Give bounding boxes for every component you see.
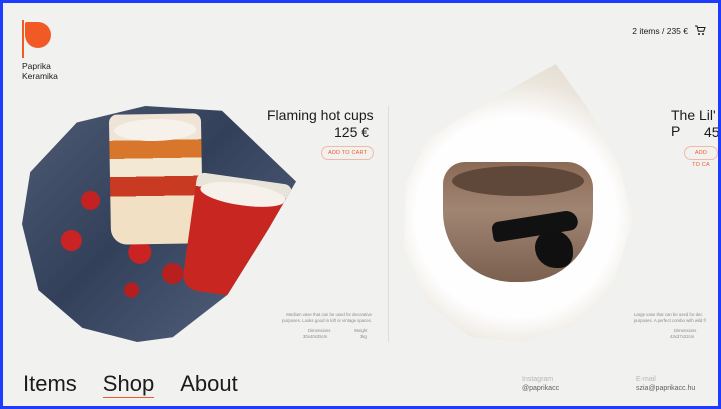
brand-name: Paprika Keramika xyxy=(22,61,58,81)
dimensions-value: 43x37x22cm xyxy=(670,334,695,339)
main-navigation: Items Shop About xyxy=(23,371,238,398)
product-description-line-2: purposes. A perfect combo with wild fl xyxy=(634,318,706,323)
brand-name-line-2: Keramika xyxy=(22,71,58,81)
dimensions-value: 30x40x25cm xyxy=(303,334,328,339)
product-description: Large vase that can be used for dec purp… xyxy=(634,312,718,324)
email-value[interactable]: szia@paprikacc.hu xyxy=(636,384,695,393)
cup-2 xyxy=(181,171,293,303)
logo-drop xyxy=(25,22,51,48)
paprika-logo-icon xyxy=(22,20,56,60)
weight-value: 3kg xyxy=(360,334,367,339)
instagram-value[interactable]: @paprikacc xyxy=(522,384,559,393)
page: Paprika Keramika 2 items / 235 € Flaming… xyxy=(3,3,718,406)
nav-shop[interactable]: Shop xyxy=(102,371,155,398)
cup-1 xyxy=(108,113,204,245)
email-label: E-mail xyxy=(636,376,656,383)
instagram-label: Instagram xyxy=(522,376,554,383)
ceramic-bowl xyxy=(443,162,593,282)
instagram-contact[interactable]: Instagram @paprikacc xyxy=(522,375,559,393)
nav-about[interactable]: About xyxy=(180,371,238,397)
product-divider xyxy=(388,106,389,342)
bowl-rim xyxy=(452,166,584,196)
cup-rim xyxy=(113,118,197,142)
add-to-cart-button[interactable]: ADD TO CA xyxy=(684,146,718,168)
email-contact[interactable]: E-mail szia@paprikacc.hu xyxy=(636,375,695,393)
cart-summary[interactable]: 2 items / 235 € xyxy=(632,25,706,36)
bowl-brush-dot xyxy=(535,230,573,268)
cart-summary-text: 2 items / 235 € xyxy=(632,25,688,36)
cart-icon xyxy=(695,25,706,35)
product-price: 45 xyxy=(704,124,718,140)
brand-name-line-1: Paprika xyxy=(22,61,51,71)
brand-logo[interactable]: Paprika Keramika xyxy=(22,20,58,81)
product-description: Medium vase that can be used for decorat… xyxy=(255,312,372,324)
product-image-lil-p[interactable] xyxy=(403,64,633,342)
product-description-line-2: purposes. Looks good in loft or vintage … xyxy=(282,318,372,323)
product-price: 125 € xyxy=(334,124,370,140)
cup-rim xyxy=(198,177,288,212)
product-title[interactable]: Flaming hot cups xyxy=(267,107,374,123)
nav-items[interactable]: Items xyxy=(23,371,77,397)
product-image-flaming-hot-cups[interactable] xyxy=(22,106,296,342)
logo-bar xyxy=(22,20,24,58)
add-to-cart-button[interactable]: ADD TO CART xyxy=(321,146,375,160)
